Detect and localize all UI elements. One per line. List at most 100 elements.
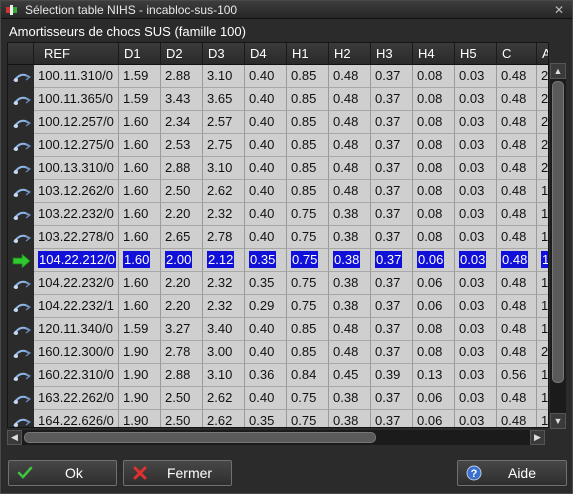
cell-h1[interactable]: 0.84 (287, 364, 329, 387)
cell-d1[interactable]: 1.60 (119, 295, 161, 318)
cell-d1[interactable]: 1.60 (119, 134, 161, 157)
cell-d1[interactable]: 1.59 (119, 65, 161, 88)
cell-d1[interactable]: 1.90 (119, 387, 161, 410)
cell-h2[interactable]: 0.45 (329, 364, 371, 387)
cell-d4[interactable]: 0.35 (245, 410, 287, 427)
column-header-a[interactable]: A (537, 43, 548, 65)
cell-h4[interactable]: 0.06 (413, 295, 455, 318)
cell-h3[interactable]: 0.37 (371, 65, 413, 88)
cell-h5[interactable]: 0.03 (455, 410, 497, 427)
cell-h4[interactable]: 0.08 (413, 341, 455, 364)
cell-d2[interactable]: 2.88 (161, 364, 203, 387)
cell-a[interactable]: 1 (537, 272, 548, 295)
cell-c[interactable]: 0.48 (497, 65, 537, 88)
table-row[interactable]: 104.22.232/1 1.60 2.20 2.32 0.29 0.75 0.38 0.37… (8, 295, 548, 318)
cell-d1[interactable]: 1.90 (119, 410, 161, 427)
column-header-ref[interactable]: REF (34, 43, 119, 65)
cell-h5[interactable]: 0.03 (455, 249, 497, 272)
cell-d1[interactable]: 1.60 (119, 180, 161, 203)
cell-ref[interactable]: 100.12.257/0 (34, 111, 119, 134)
cell-d2[interactable]: 2.20 (161, 272, 203, 295)
table-row[interactable]: 103.22.278/0 1.60 2.65 2.78 0.40 0.75 0.38 0.37… (8, 226, 548, 249)
cell-h2[interactable]: 0.38 (329, 249, 371, 272)
cell-d3[interactable]: 2.32 (203, 295, 245, 318)
cell-h5[interactable]: 0.03 (455, 387, 497, 410)
cell-d4[interactable]: 0.29 (245, 295, 287, 318)
cell-d4[interactable]: 0.40 (245, 318, 287, 341)
cell-d3[interactable]: 2.75 (203, 134, 245, 157)
cell-h2[interactable]: 0.38 (329, 272, 371, 295)
cell-c[interactable]: 0.48 (497, 111, 537, 134)
cell-ref[interactable]: 104.22.212/0 (34, 249, 119, 272)
cell-h4[interactable]: 0.06 (413, 272, 455, 295)
cell-d1[interactable]: 1.60 (119, 226, 161, 249)
cell-d2[interactable]: 3.43 (161, 88, 203, 111)
cell-c[interactable]: 0.48 (497, 203, 537, 226)
cell-h5[interactable]: 0.03 (455, 341, 497, 364)
cell-a[interactable]: 2 (537, 111, 548, 134)
column-header-d1[interactable]: D1 (119, 43, 161, 65)
cell-a[interactable]: 1 (537, 180, 548, 203)
cell-h1[interactable]: 0.85 (287, 341, 329, 364)
cell-d1[interactable]: 1.60 (119, 272, 161, 295)
cell-h5[interactable]: 0.03 (455, 111, 497, 134)
cell-h3[interactable]: 0.37 (371, 134, 413, 157)
cell-d4[interactable]: 0.40 (245, 134, 287, 157)
cell-d1[interactable]: 1.90 (119, 364, 161, 387)
cell-d3[interactable]: 2.12 (203, 249, 245, 272)
cell-c[interactable]: 0.48 (497, 226, 537, 249)
cell-a[interactable]: 2 (537, 341, 548, 364)
cell-d2[interactable]: 2.53 (161, 134, 203, 157)
cell-h2[interactable]: 0.48 (329, 318, 371, 341)
cell-h5[interactable]: 0.03 (455, 295, 497, 318)
cell-c[interactable]: 0.48 (497, 180, 537, 203)
cell-ref[interactable]: 103.22.232/0 (34, 203, 119, 226)
cell-ref[interactable]: 100.11.310/0 (34, 65, 119, 88)
cell-d4[interactable]: 0.40 (245, 387, 287, 410)
cell-h5[interactable]: 0.03 (455, 134, 497, 157)
cell-a[interactable]: 1 (537, 203, 548, 226)
cell-h3[interactable]: 0.37 (371, 203, 413, 226)
cell-h1[interactable]: 0.75 (287, 295, 329, 318)
cell-h2[interactable]: 0.38 (329, 410, 371, 427)
cell-d3[interactable]: 2.62 (203, 410, 245, 427)
data-grid[interactable]: REFD1D2D3D4H1H2H3H4H5CA 100.11.310/0 1.59… (7, 42, 549, 428)
close-icon[interactable]: ✕ (552, 3, 566, 17)
cell-c[interactable]: 0.48 (497, 157, 537, 180)
table-row[interactable]: 164.22.626/0 1.90 2.50 2.62 0.35 0.75 0.38 0.37… (8, 410, 548, 427)
cell-d2[interactable]: 2.50 (161, 410, 203, 427)
cell-d2[interactable]: 2.00 (161, 249, 203, 272)
cell-d3[interactable]: 3.10 (203, 364, 245, 387)
cell-h2[interactable]: 0.38 (329, 387, 371, 410)
cell-h1[interactable]: 0.75 (287, 410, 329, 427)
cell-c[interactable]: 0.48 (497, 387, 537, 410)
vertical-scroll-thumb[interactable] (552, 81, 564, 383)
table-row[interactable]: 163.22.262/0 1.90 2.50 2.62 0.40 0.75 0.38 0.37… (8, 387, 548, 410)
cell-h5[interactable]: 0.03 (455, 272, 497, 295)
table-row[interactable]: 100.11.365/0 1.59 3.43 3.65 0.40 0.85 0.48 0.37… (8, 88, 548, 111)
cell-h2[interactable]: 0.48 (329, 134, 371, 157)
cell-h1[interactable]: 0.85 (287, 88, 329, 111)
cell-a[interactable]: 1 (537, 410, 548, 427)
cell-ref[interactable]: 164.22.626/0 (34, 410, 119, 427)
horizontal-scroll-thumb[interactable] (24, 432, 376, 443)
cell-h4[interactable]: 0.08 (413, 134, 455, 157)
horizontal-scrollbar[interactable]: ◀ ▶ (7, 430, 545, 445)
cell-ref[interactable]: 103.12.262/0 (34, 180, 119, 203)
cell-c[interactable]: 0.48 (497, 249, 537, 272)
help-button[interactable]: ? Aide (457, 460, 567, 486)
cell-c[interactable]: 0.48 (497, 272, 537, 295)
cell-d3[interactable]: 2.78 (203, 226, 245, 249)
cell-ref[interactable]: 100.12.275/0 (34, 134, 119, 157)
cell-d4[interactable]: 0.35 (245, 249, 287, 272)
cell-h5[interactable]: 0.03 (455, 203, 497, 226)
cell-d4[interactable]: 0.40 (245, 226, 287, 249)
cell-a[interactable]: 1 (537, 249, 548, 272)
cell-h5[interactable]: 0.03 (455, 157, 497, 180)
cell-h4[interactable]: 0.08 (413, 88, 455, 111)
cell-a[interactable]: 1 (537, 318, 548, 341)
cell-a[interactable]: 1 (537, 295, 548, 318)
table-row[interactable]: 160.12.300/0 1.90 2.78 3.00 0.40 0.85 0.48 0.37… (8, 341, 548, 364)
cell-h3[interactable]: 0.37 (371, 111, 413, 134)
cell-d2[interactable]: 2.88 (161, 65, 203, 88)
